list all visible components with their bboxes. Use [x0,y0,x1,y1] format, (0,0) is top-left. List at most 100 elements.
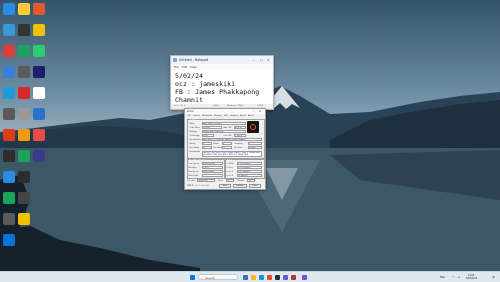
shortcut-icon[interactable] [3,213,15,225]
desktop-icon-grid [0,0,48,270]
edge-icon[interactable] [259,274,264,280]
shortcut-icon[interactable] [3,150,15,162]
tab-graphics[interactable]: Graphics [230,115,238,117]
game-shortcut-icon[interactable] [33,150,45,162]
cpuz-brand: CPU-Z [187,184,194,187]
core-speed-value: 4200.00 MHz [201,162,223,165]
file-explorer-icon[interactable] [251,274,256,280]
taskbar: ⌕ Search ENG ◠ ◂ 12:00 5/02/2024 ◔ [0,271,500,282]
shortcut-icon[interactable] [3,234,15,246]
ext-family-label: Ext. Family [189,146,200,149]
notification-bell-icon[interactable]: ◔ [492,275,495,279]
notepad-window[interactable]: Untitled - Notepad – □ ✕ File Edit View … [170,55,274,110]
app-icon[interactable] [283,274,288,280]
app-shortcut-icon[interactable] [18,3,30,15]
close-icon[interactable]: ✕ [259,110,261,113]
game-shortcut-icon[interactable] [33,3,45,15]
multiplier-label: Multiplier [188,166,197,169]
close-button[interactable]: Close [249,184,261,188]
shortcut-icon[interactable] [3,3,15,15]
text-line: FB : James Phakkapong [175,88,260,96]
app-shortcut-icon[interactable] [18,24,30,36]
menu-view[interactable]: View [190,65,197,69]
game-shortcut-icon[interactable] [33,24,45,36]
shortcut-icon[interactable] [3,66,15,78]
app-shortcut-icon[interactable] [18,108,30,120]
tab-mainboard[interactable]: Mainboard [202,115,212,117]
app-shortcut-icon[interactable] [18,171,30,183]
status-zoom: 100% [213,105,219,108]
stepping-value: 2 [247,142,262,145]
shortcut-icon[interactable] [3,24,15,36]
tab-cpu[interactable]: CPU [187,115,191,117]
steam-icon[interactable] [275,274,280,280]
multiplier-value: x 42.0 [201,166,223,169]
minimize-icon[interactable]: – [253,58,255,62]
tools-button[interactable]: Tools [219,184,231,188]
technology-value: 4 nm [201,134,214,137]
app-shortcut-icon[interactable] [18,66,30,78]
app-shortcut-icon[interactable] [18,129,30,141]
game-shortcut-icon[interactable] [33,66,45,78]
language-indicator[interactable]: ENG [440,276,445,279]
notepad-title: Untitled - Notepad [179,57,209,62]
notepad-taskbar-icon[interactable] [302,274,307,280]
app-shortcut-icon[interactable] [18,45,30,57]
menu-edit[interactable]: Edit [182,65,187,69]
app-shortcut-icon[interactable] [18,192,30,204]
selection-dropdown[interactable]: Socket #1 [197,179,215,182]
task-view-icon[interactable] [243,274,248,280]
specification-value: AMD Ryzen 7 8700G w/ Radeon 780M Graphic… [201,138,262,141]
app-shortcut-icon[interactable] [18,213,30,225]
core-speed-label: Core Speed [188,162,199,165]
app-shortcut-icon[interactable] [18,150,30,162]
shortcut-icon[interactable] [3,129,15,141]
volume-icon[interactable]: ◂ [458,275,460,279]
cpuz-window[interactable]: CPU-Z – ✕ CPU Caches Mainboard Memory SP… [184,108,266,190]
notepad-title-bar[interactable]: Untitled - Notepad – □ ✕ [171,56,273,64]
shortcut-icon[interactable] [3,108,15,120]
text-line: 5/02/24 [175,72,204,80]
tab-about[interactable]: About [248,115,254,117]
codename-label: Code Name [189,126,200,129]
shortcut-icon[interactable] [3,87,15,99]
minimize-icon[interactable]: – [253,110,254,113]
game-shortcut-icon[interactable] [33,129,45,141]
tab-caches[interactable]: Caches [193,115,200,117]
taskbar-search-box[interactable]: ⌕ Search [198,274,238,280]
tab-spd[interactable]: SPD [224,115,228,117]
clock-date[interactable]: 5/02/2024 [466,277,477,280]
validate-button[interactable]: Validate [233,184,247,188]
maximize-icon[interactable]: □ [260,58,263,62]
game-shortcut-icon[interactable] [33,45,45,57]
l3-label: Level 3 [226,174,233,177]
chrome-icon[interactable] [267,274,272,280]
game-shortcut-icon[interactable] [33,108,45,120]
name-value: AMD Ryzen 7 8700G [201,122,246,125]
selection-label: Selection [187,179,196,182]
l1i-value: 8 x 32 KBytes [236,166,262,169]
specification-label: Specification [189,138,202,141]
l2-value: 8 x 1 MBytes [236,170,262,173]
model-value: 5 [221,142,232,145]
threads-label: Threads [237,179,245,182]
app-shortcut-icon[interactable] [18,87,30,99]
core-vid-label: Core VID [223,134,232,137]
tab-bench[interactable]: Bench [240,115,246,117]
shortcut-icon[interactable] [3,45,15,57]
shortcut-icon[interactable] [3,192,15,204]
l3-value: 16 MBytes [236,174,262,177]
start-windows-icon[interactable] [190,274,195,280]
wifi-icon[interactable]: ◠ [452,275,455,279]
close-icon[interactable]: ✕ [267,58,270,62]
name-label: Name [189,122,195,125]
menu-file[interactable]: File [174,65,179,69]
l1d-label: L1 Data [226,162,234,165]
shortcut-icon[interactable] [3,171,15,183]
technology-label: Technology [189,134,200,137]
cpuz-taskbar-icon[interactable] [291,274,296,280]
notepad-text-area[interactable]: 5/02/24 ocz : jameskiki FB : James Phakk… [172,70,272,104]
status-line-ending: Windows (CRLF) [227,105,244,108]
tab-memory[interactable]: Memory [214,115,222,117]
game-shortcut-icon[interactable] [33,87,45,99]
